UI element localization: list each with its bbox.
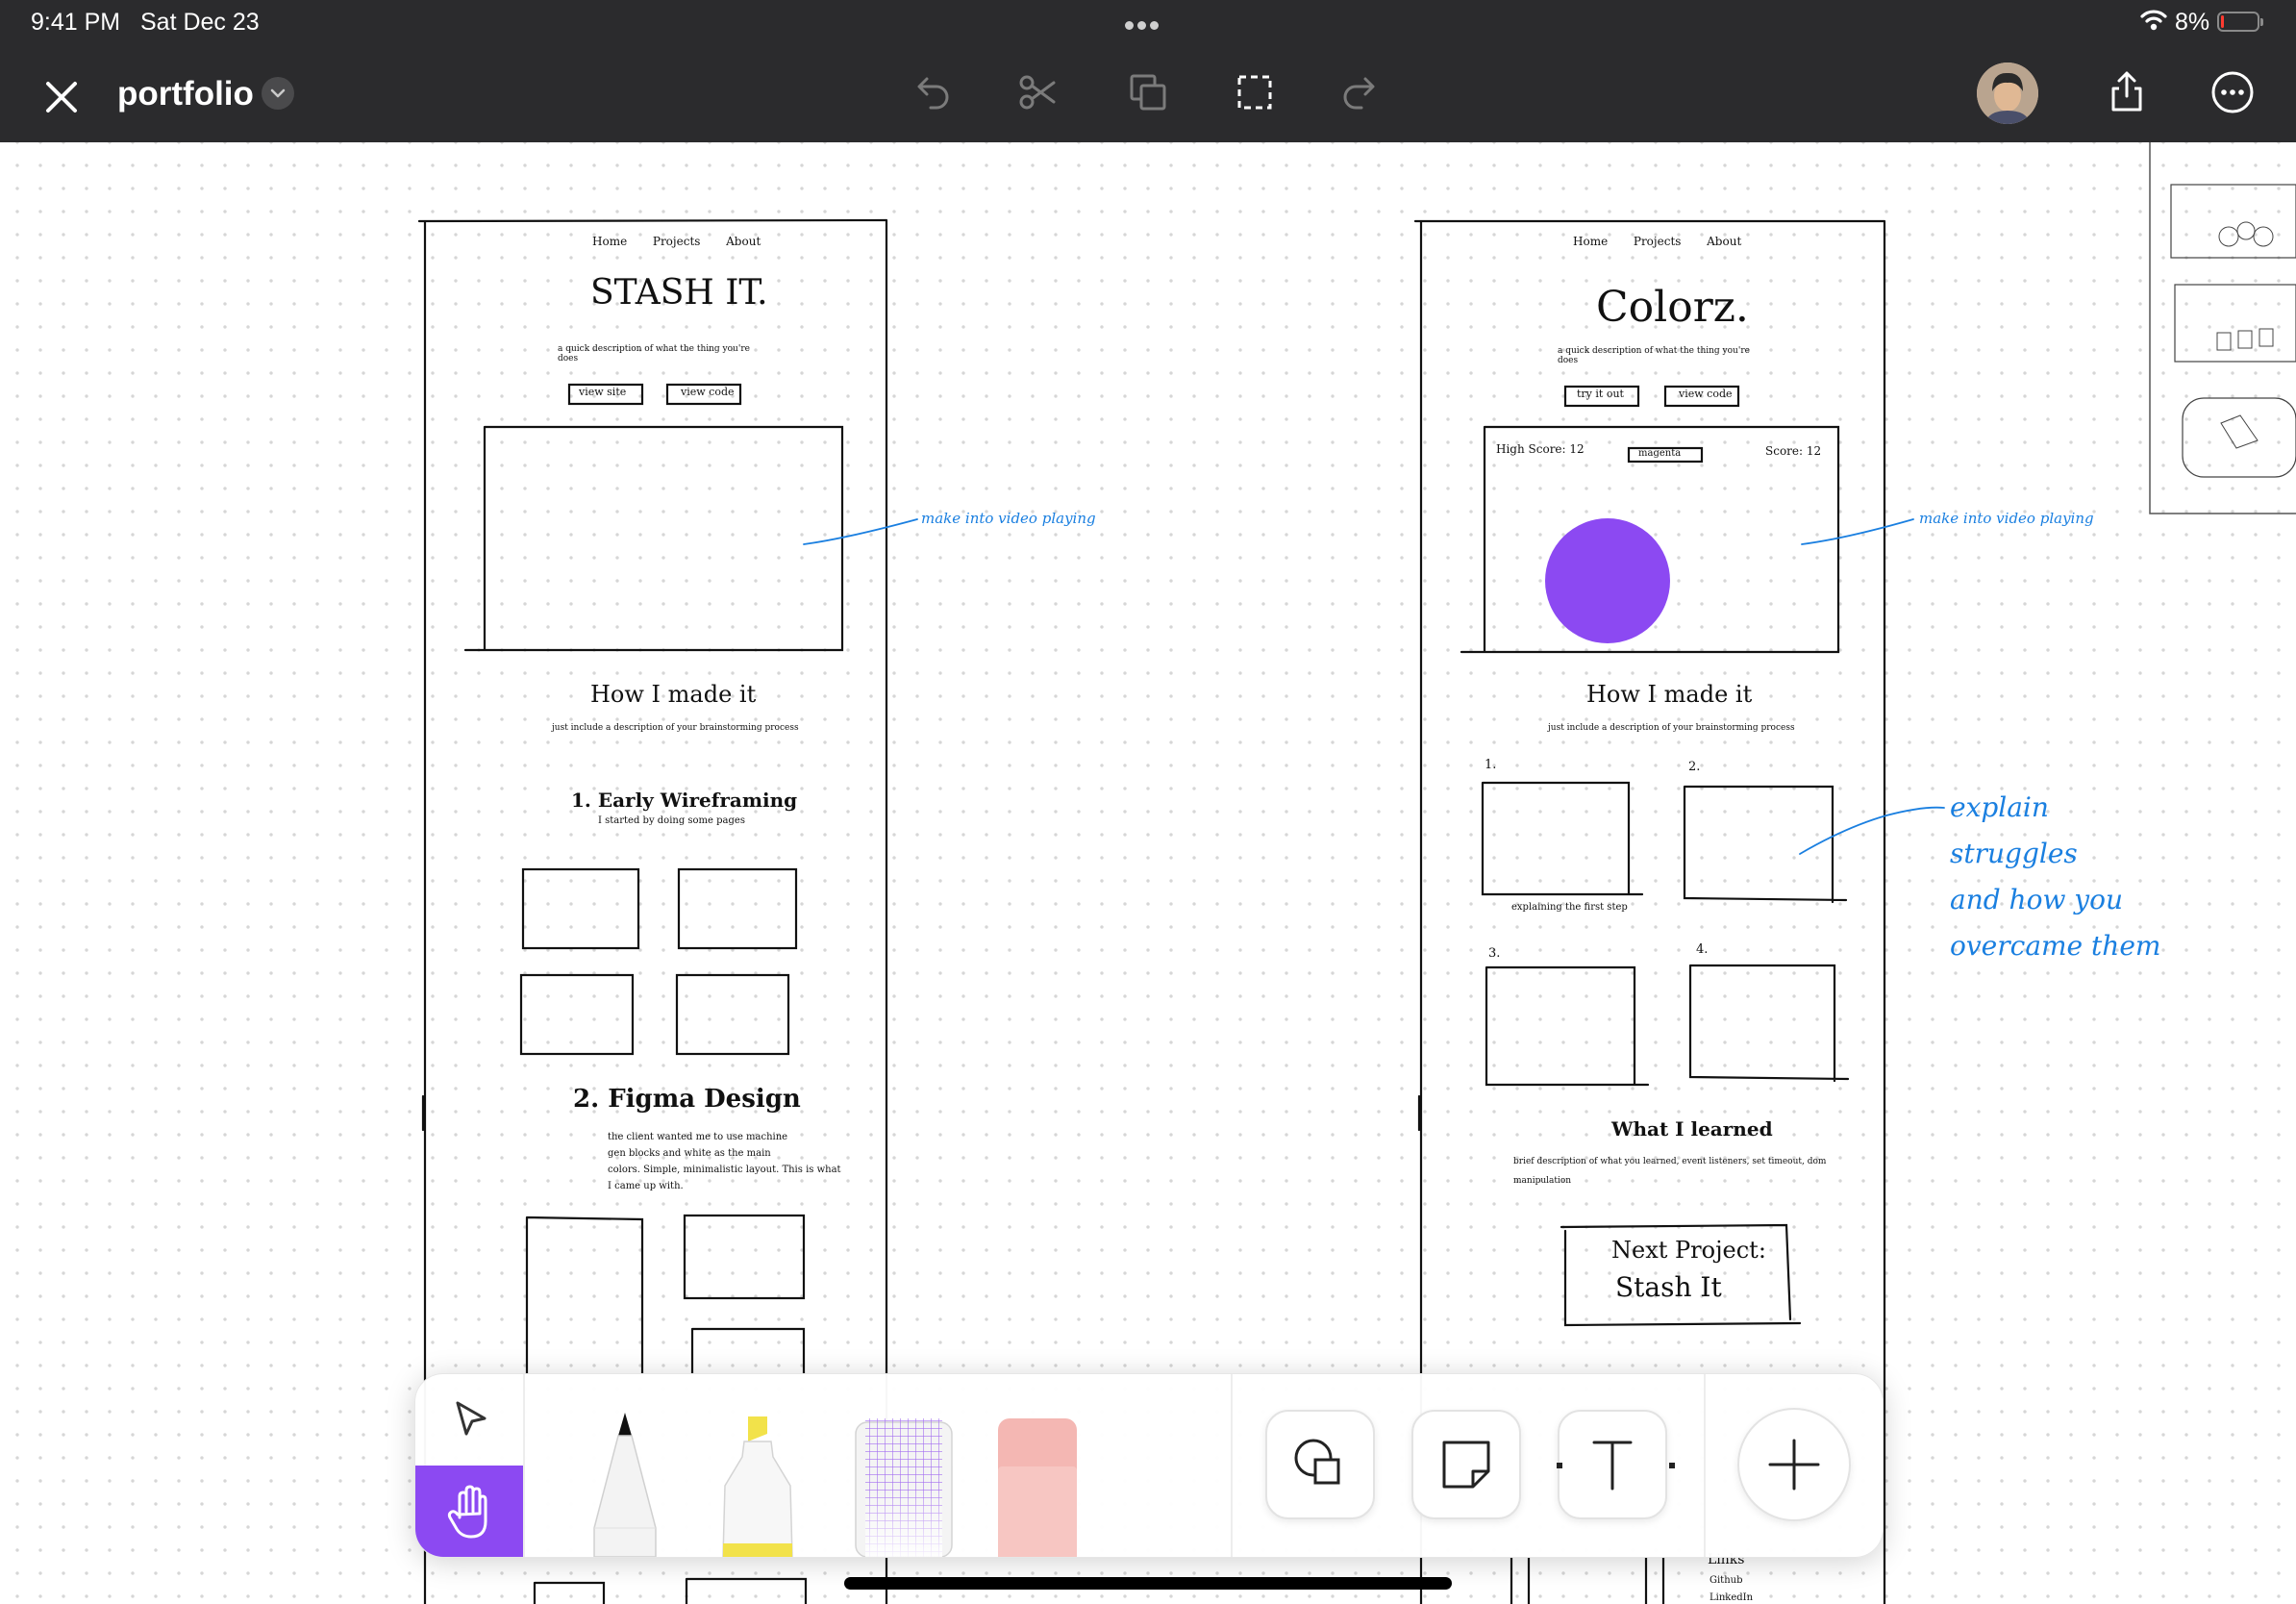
text-icon [1592, 1441, 1633, 1491]
pointer-icon [456, 1401, 487, 1436]
battery-percentage: 8% [2175, 9, 2210, 36]
top-bar: 9:41 PM Sat Dec 23 8% portfolio [0, 0, 2296, 142]
stash-step2-title: 2. Figma Design [573, 1085, 801, 1114]
more-icon[interactable] [2206, 65, 2259, 119]
colorz-step-number-2: 2. [1688, 760, 1701, 774]
tool-palette [414, 1373, 1884, 1558]
colorz-step-number-3: 3. [1488, 946, 1501, 961]
struggles-note: explain struggles and how you overcame t… [1950, 791, 2161, 962]
colorz-video-note: make into video playing [1919, 510, 2094, 527]
home-indicator[interactable] [844, 1577, 1452, 1590]
colorz-try-button: try it out [1577, 388, 1624, 400]
multitasking-dots-icon[interactable] [1125, 17, 1162, 35]
document-title[interactable]: portfolio [117, 75, 254, 113]
colorz-how-title: How I made it [1586, 681, 1753, 708]
stash-view-site-button: view site [579, 386, 627, 398]
color-circle [1545, 518, 1670, 643]
stash-nav: Home Projects About [592, 235, 761, 248]
stash-step2-desc: the client wanted me to use machine gen … [608, 1132, 841, 1191]
stash-step1-desc: I started by doing some pages [598, 815, 745, 826]
colorz-desc: a quick description of what the thing yo… [1558, 346, 1750, 365]
stash-desc: a quick description of what the thing yo… [558, 344, 750, 363]
colorz-step-caption: explaining the first step [1511, 902, 1628, 913]
select-tool[interactable] [415, 1374, 523, 1466]
close-icon[interactable] [35, 70, 88, 124]
colorz-learned-title: What I learned [1611, 1117, 1773, 1140]
stash-how-title: How I made it [590, 681, 757, 708]
stash-title: STASH IT. [590, 273, 768, 313]
scissors-icon[interactable] [1011, 65, 1065, 119]
redo-icon[interactable] [1335, 65, 1388, 119]
selection-icon[interactable] [1228, 65, 1282, 119]
colorz-color-word: magenta [1638, 448, 1682, 459]
text-handle-left [1557, 1463, 1562, 1468]
text-tool[interactable] [1558, 1410, 1667, 1519]
stash-view-code-button: view code [681, 386, 735, 398]
wifi-icon [2140, 10, 2167, 31]
next-project-name: Stash It [1615, 1271, 1722, 1303]
add-tool[interactable] [1737, 1408, 1851, 1521]
sticky-note-tool[interactable] [1411, 1410, 1521, 1519]
hand-tool[interactable] [415, 1466, 523, 1557]
pen-tool[interactable] [577, 1413, 673, 1557]
stash-how-sub: just include a description of your brain… [552, 723, 799, 733]
colorz-footer-linkedin: LinkedIn [1710, 1592, 1754, 1603]
colorz-step-number-4: 4. [1696, 942, 1709, 957]
duplicate-icon[interactable] [1121, 65, 1175, 119]
colorz-learned-desc: brief description of what you learned, e… [1513, 1157, 1827, 1186]
highlighter-tool[interactable] [704, 1413, 811, 1557]
status-time: 9:41 PM [31, 9, 121, 36]
avatar[interactable] [1977, 63, 2038, 124]
sticky-note-icon [1442, 1441, 1490, 1489]
colorz-title: Colorz. [1596, 283, 1749, 332]
undo-icon[interactable] [904, 65, 958, 119]
colorz-high-score: High Score: 12 [1496, 442, 1585, 456]
stash-video-note: make into video playing [921, 510, 1096, 527]
eraser-tool[interactable] [985, 1413, 1090, 1557]
plus-icon [1768, 1439, 1820, 1491]
pattern-tool[interactable] [846, 1413, 961, 1557]
text-handle-right [1669, 1463, 1675, 1468]
shapes-icon [1294, 1439, 1340, 1485]
hand-icon [447, 1485, 487, 1539]
colorz-footer-github: Github [1710, 1575, 1743, 1586]
shape-tool[interactable] [1265, 1410, 1375, 1519]
next-project-label: Next Project: [1611, 1237, 1766, 1264]
battery-icon [2217, 12, 2263, 32]
colorz-nav: Home Projects About [1573, 235, 1742, 248]
colorz-how-sub: just include a description of your brain… [1548, 723, 1795, 733]
status-date: Sat Dec 23 [140, 9, 260, 36]
share-icon[interactable] [2100, 65, 2154, 119]
colorz-score: Score: 12 [1765, 444, 1822, 458]
chevron-down-icon[interactable] [262, 77, 294, 110]
colorz-step-number-1: 1. [1485, 758, 1497, 772]
colorz-view-code-button: view code [1679, 388, 1733, 400]
stash-step1-title: 1. Early Wireframing [571, 789, 798, 812]
